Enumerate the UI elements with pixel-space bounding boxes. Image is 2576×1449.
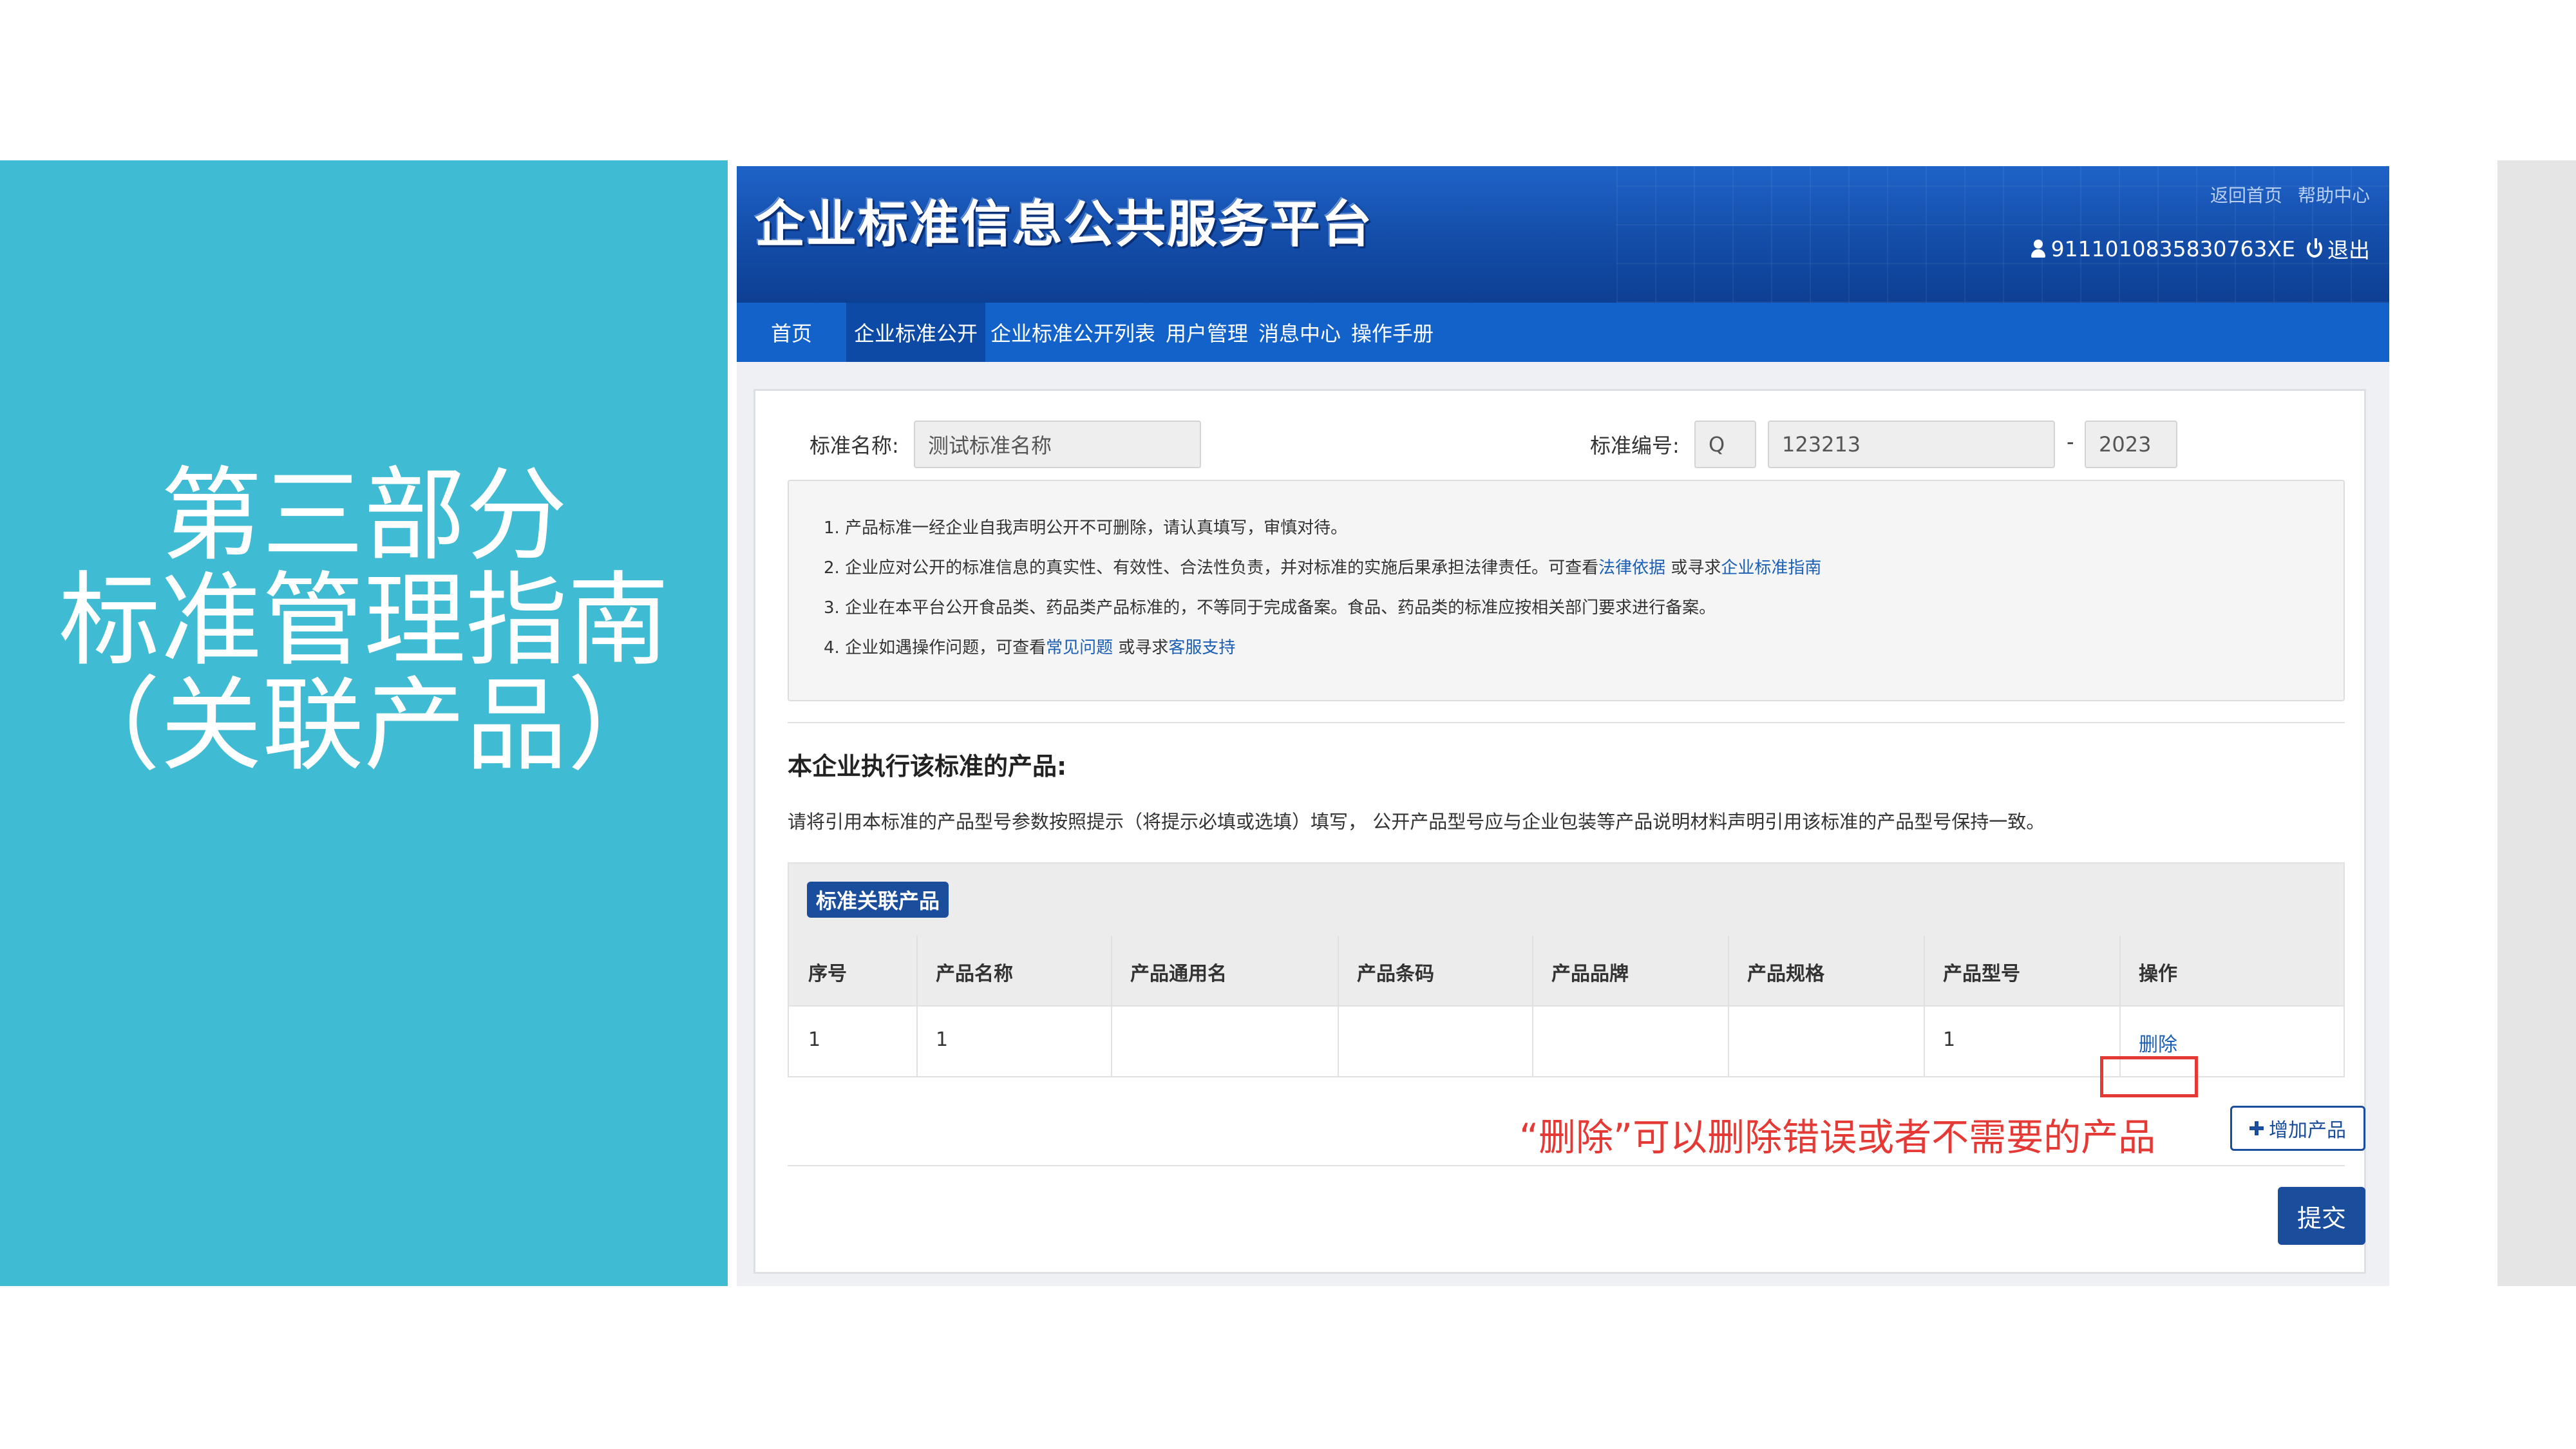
nav-item-home[interactable]: 首页 — [737, 303, 846, 362]
divider — [788, 722, 2345, 723]
add-product-label: 增加产品 — [2269, 1119, 2346, 1142]
column-divider — [1728, 936, 1729, 1077]
column-header-spec: 产品规格 — [1747, 963, 1824, 985]
standard-code-label: 标准编号: — [1590, 433, 1680, 458]
notice-line-2-mid: 或寻求 — [1671, 558, 1721, 578]
nav-item-disclosure-list[interactable]: 企业标准公开列表 — [985, 303, 1160, 362]
column-divider — [1532, 936, 1533, 1077]
cell-model: 1 — [1943, 1028, 1956, 1051]
notice-line-2-text: 2. 企业应对公开的标准信息的真实性、有效性、合法性负责，并对标准的实施后果承担… — [824, 558, 1599, 578]
standard-guide-link[interactable]: 企业标准指南 — [1721, 558, 1821, 578]
nav-item-standard-disclosure[interactable]: 企业标准公开 — [846, 303, 985, 362]
user-id: 9111010835830763XE — [2050, 236, 2295, 261]
cell-product-name: 1 — [936, 1028, 949, 1051]
products-section-description: 请将引用本标准的产品型号参数按照提示（将提示必填或选填）填写， 公开产品型号应与… — [788, 811, 2045, 833]
nav-item-message-center[interactable]: 消息中心 — [1253, 303, 1346, 362]
notice-line-4: 4. 企业如遇操作问题，可查看常见问题 或寻求客服支持 — [824, 634, 1235, 658]
site-logo[interactable]: 企业标准信息公共服务平台 — [755, 184, 1373, 256]
slide-title-line-3: （关联产品） — [59, 667, 669, 785]
column-header-name: 产品名称 — [936, 963, 1013, 985]
column-header-common-name: 产品通用名 — [1130, 963, 1227, 985]
main-nav: 首页 企业标准公开 企业标准公开列表 用户管理 消息中心 操作手册 — [737, 303, 2389, 362]
notice-line-4-mid: 或寻求 — [1118, 638, 1169, 658]
home-link[interactable]: 返回首页 — [2210, 182, 2282, 207]
column-divider — [1924, 936, 1925, 1077]
delete-annotation: “删除”可以删除错误或者不需要的产品 — [1519, 1115, 2156, 1159]
logout-label: 退出 — [2327, 238, 2370, 263]
code-separator: - — [2067, 430, 2074, 454]
column-divider — [1338, 936, 1339, 1077]
notice-line-2: 2. 企业应对公开的标准信息的真实性、有效性、合法性负责，并对标准的实施后果承担… — [824, 554, 1821, 578]
slide-title-line-1: 第三部分 — [160, 457, 567, 575]
plus-icon — [2249, 1121, 2264, 1135]
site-header: 企业标准信息公共服务平台 返回首页 帮助中心 9111010835830763X… — [737, 166, 2389, 303]
slide-title: 第三部分 标准管理指南 （关联产品） — [0, 464, 728, 779]
column-divider — [1111, 936, 1112, 1077]
person-icon — [2031, 240, 2046, 258]
nav-item-manual[interactable]: 操作手册 — [1346, 303, 1439, 362]
add-product-button[interactable]: 增加产品 — [2230, 1106, 2365, 1151]
column-header-barcode: 产品条码 — [1357, 963, 1434, 985]
submit-button[interactable]: 提交 — [2278, 1187, 2365, 1245]
delete-highlight-box — [2100, 1056, 2198, 1097]
column-divider — [916, 936, 918, 1077]
divider — [788, 1165, 2345, 1166]
column-header-action: 操作 — [2139, 963, 2177, 985]
products-section-title: 本企业执行该标准的产品: — [788, 752, 1067, 781]
logout-button[interactable]: 退出 — [2307, 233, 2370, 264]
help-link[interactable]: 帮助中心 — [2298, 182, 2370, 207]
legal-basis-link[interactable]: 法律依据 — [1598, 558, 1665, 578]
column-header-brand: 产品品牌 — [1551, 963, 1629, 985]
user-account[interactable]: 9111010835830763XE — [2031, 236, 2295, 261]
slide-title-line-2: 标准管理指南 — [59, 562, 669, 680]
standard-code-prefix[interactable]: Q — [1694, 421, 1756, 468]
notice-line-3: 3. 企业在本平台公开食品类、药品类产品标准的，不等同于完成备案。食品、药品类的… — [824, 598, 1716, 618]
notice-box: 1. 产品标准一经企业自我声明公开不可删除，请认真填写，审慎对待。 2. 企业应… — [788, 480, 2345, 701]
standard-name-input[interactable]: 测试标准名称 — [914, 421, 1201, 468]
cell-index: 1 — [808, 1028, 821, 1051]
form-card: 标准名称: 测试标准名称 标准编号: Q 123213 - 2023 1. 产品… — [753, 389, 2366, 1274]
column-header-index: 序号 — [808, 963, 847, 985]
faq-link[interactable]: 常见问题 — [1046, 638, 1113, 658]
top-links: 返回首页 帮助中心 — [2210, 182, 2370, 207]
related-products-table: 标准关联产品 序号 产品名称 产品通用名 产品条码 产品品牌 产品规格 产品型号… — [788, 862, 2345, 1077]
user-bar: 9111010835830763XE 退出 — [2031, 233, 2370, 264]
column-header-model: 产品型号 — [1943, 963, 2020, 985]
platform-screenshot: 企业标准信息公共服务平台 返回首页 帮助中心 9111010835830763X… — [737, 166, 2389, 1286]
header-row-divider — [789, 1005, 2344, 1007]
standard-code-year[interactable]: 2023 — [2085, 421, 2177, 468]
delete-product-link[interactable]: 删除 — [2139, 1028, 2177, 1057]
standard-name-label: 标准名称: — [810, 433, 899, 458]
power-icon — [2307, 238, 2322, 258]
nav-item-user-management[interactable]: 用户管理 — [1160, 303, 1253, 362]
slide-side-strip — [2497, 160, 2576, 1286]
standard-code-number[interactable]: 123213 — [1768, 421, 2055, 468]
notice-line-1: 1. 产品标准一经企业自我声明公开不可删除，请认真填写，审慎对待。 — [824, 518, 1348, 538]
table-badge: 标准关联产品 — [807, 882, 949, 918]
support-link[interactable]: 客服支持 — [1168, 638, 1235, 658]
notice-line-4-text: 4. 企业如遇操作问题，可查看 — [824, 638, 1046, 658]
